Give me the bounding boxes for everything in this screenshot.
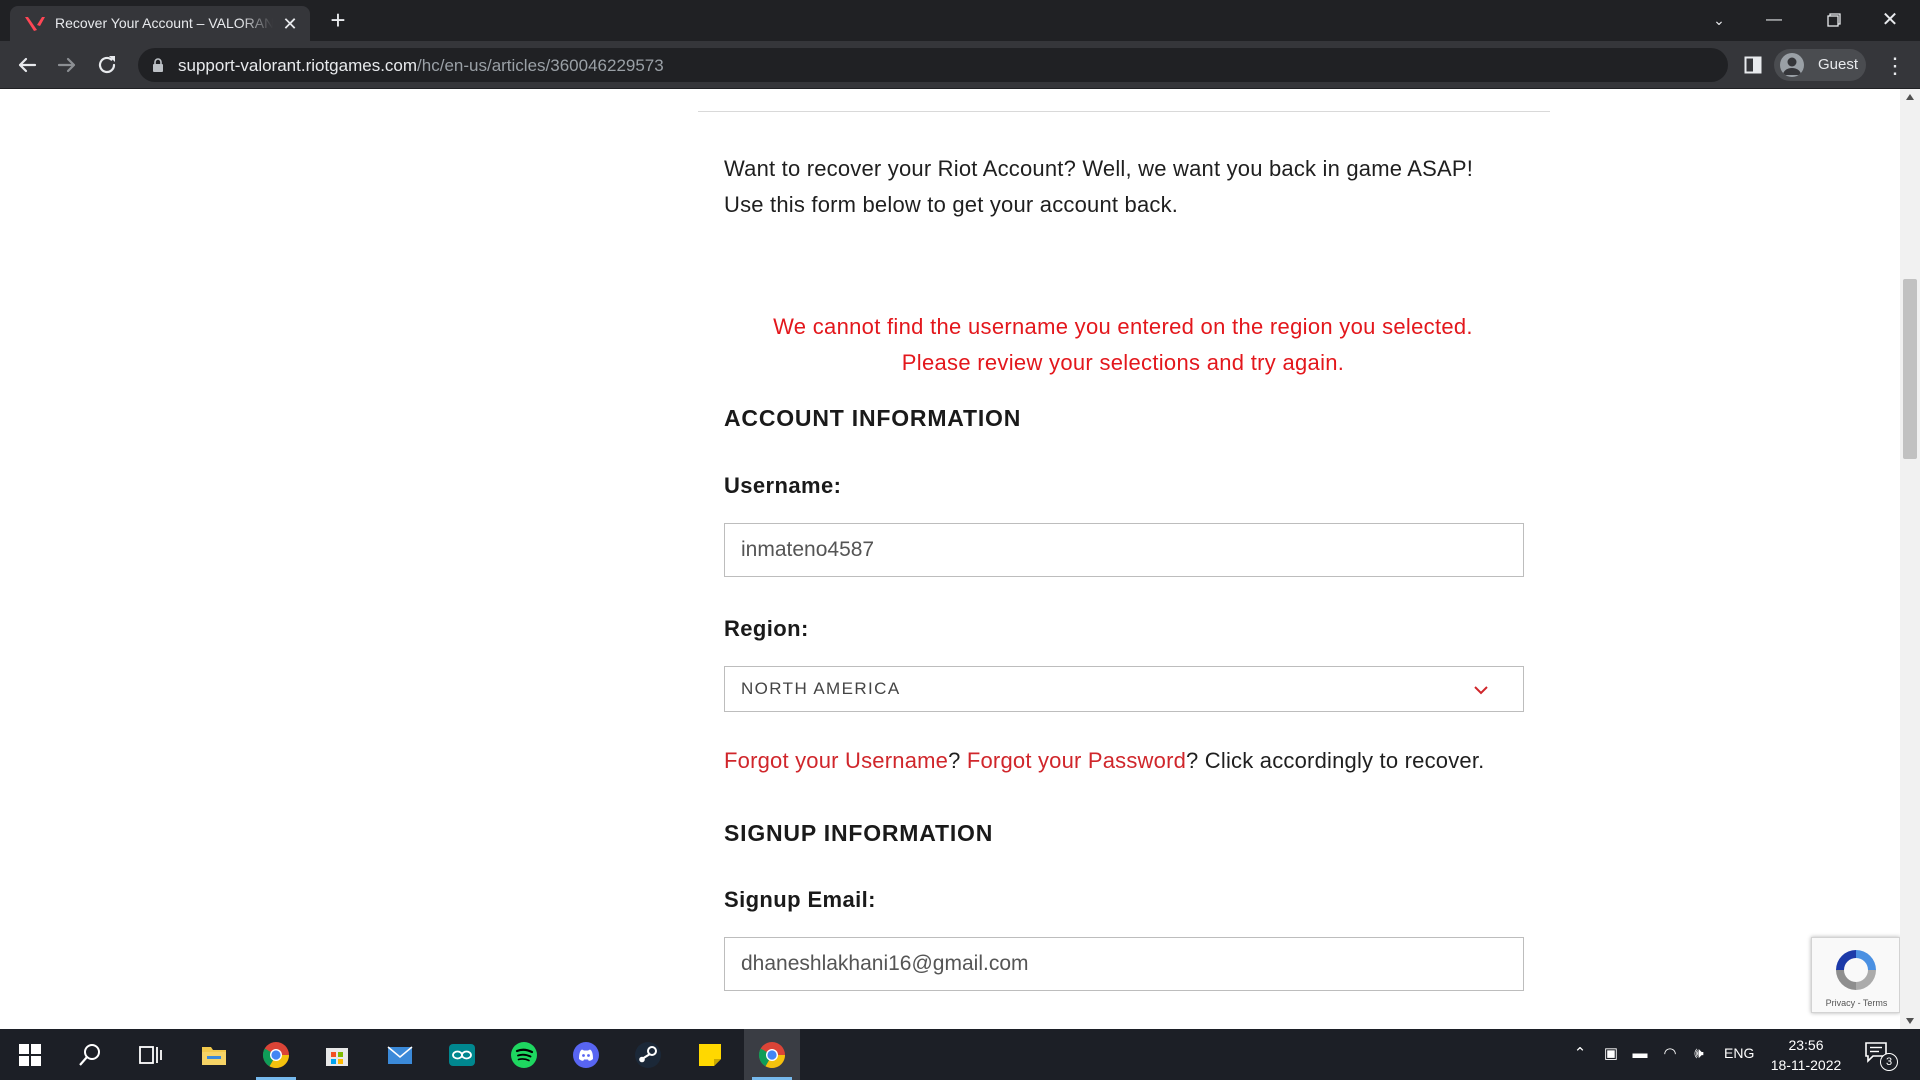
signup-information-heading: SIGNUP INFORMATION xyxy=(724,820,994,846)
url-text[interactable]: support-valorant.riotgames.com/hc/en-us/… xyxy=(178,56,664,76)
browser-toolbar: support-valorant.riotgames.com/hc/en-us/… xyxy=(0,41,1920,89)
notification-center-button[interactable]: 3 xyxy=(1864,1041,1900,1071)
username-input[interactable] xyxy=(724,523,1524,577)
mail-icon xyxy=(387,1046,413,1064)
links-separator: ? xyxy=(948,748,967,773)
sticky-notes-icon xyxy=(699,1044,721,1066)
guest-avatar-icon xyxy=(1780,53,1804,77)
restore-icon[interactable] xyxy=(1806,0,1862,40)
page-scrollbar[interactable] xyxy=(1900,89,1920,1029)
recovery-links: Forgot your Username? Forgot your Passwo… xyxy=(724,748,1484,774)
task-view-button[interactable] xyxy=(122,1029,178,1080)
microsoft-store-button[interactable] xyxy=(309,1029,365,1080)
side-panel-icon[interactable] xyxy=(1744,56,1762,74)
valorant-favicon-icon xyxy=(25,17,45,31)
browser-tab-active[interactable]: Recover Your Account – VALORANT Support … xyxy=(10,6,310,41)
chrome-icon xyxy=(758,1042,786,1069)
chevron-down-icon xyxy=(1474,686,1488,695)
kebab-menu-icon[interactable]: ⋮ xyxy=(1884,55,1906,77)
search-icon xyxy=(79,1044,100,1066)
error-line-1: We cannot find the username you entered … xyxy=(773,314,1473,339)
store-icon xyxy=(326,1048,348,1066)
search-button[interactable] xyxy=(62,1029,118,1080)
signup-email-input[interactable] xyxy=(724,937,1524,991)
start-button[interactable] xyxy=(2,1029,58,1080)
sticky-notes-button[interactable] xyxy=(682,1029,738,1080)
reload-icon[interactable] xyxy=(93,51,121,79)
steam-icon xyxy=(635,1042,661,1068)
steam-button[interactable] xyxy=(620,1029,676,1080)
mail-button[interactable] xyxy=(372,1029,428,1080)
chrome-taskbar-button[interactable] xyxy=(248,1029,304,1080)
forward-arrow-icon[interactable] xyxy=(53,51,81,79)
region-label: Region: xyxy=(724,616,809,641)
folder-icon xyxy=(202,1047,226,1065)
windows-taskbar: ⌃ ▣ ▬ ◠ 🕪 ENG 23:56 18-11-2022 3 xyxy=(0,1029,1920,1080)
windows-logo-icon xyxy=(19,1044,41,1066)
recaptcha-terms[interactable]: Privacy - Terms xyxy=(1812,998,1900,1008)
task-view-icon xyxy=(139,1046,162,1064)
wifi-icon[interactable]: ◠ xyxy=(1659,1043,1681,1065)
region-select[interactable]: NORTH AMERICA xyxy=(724,666,1524,712)
battery-icon[interactable]: ▬ xyxy=(1629,1043,1651,1065)
intro-line-2: Use this form below to get your account … xyxy=(724,192,1179,217)
forgot-password-link[interactable]: Forgot your Password xyxy=(967,748,1186,773)
spotify-icon xyxy=(511,1042,537,1068)
chrome-active-window-button[interactable] xyxy=(744,1029,800,1080)
clock[interactable]: 23:56 18-11-2022 xyxy=(1766,1035,1846,1075)
profile-label: Guest xyxy=(1818,56,1859,73)
profile-button[interactable]: Guest xyxy=(1774,49,1866,81)
intro-text: Want to recover your Riot Account? Well,… xyxy=(724,151,1584,223)
tray-meet-icon[interactable]: ▣ xyxy=(1600,1043,1622,1065)
links-tail-text: ? Click accordingly to recover. xyxy=(1186,748,1485,773)
url-path: /hc/en-us/articles/360046229573 xyxy=(417,56,664,75)
close-window-icon[interactable]: ✕ xyxy=(1862,0,1918,40)
username-label: Username: xyxy=(724,473,842,498)
discord-button[interactable] xyxy=(558,1029,614,1080)
url-host: support-valorant.riotgames.com xyxy=(178,56,418,75)
arduino-button[interactable] xyxy=(434,1029,490,1080)
forgot-username-link[interactable]: Forgot your Username xyxy=(724,748,948,773)
clock-date: 18-11-2022 xyxy=(1770,1057,1842,1073)
error-line-2: Please review your selections and try ag… xyxy=(901,350,1345,375)
tab-search-chevron-icon[interactable]: ⌄ xyxy=(1691,0,1747,40)
signup-email-label: Signup Email: xyxy=(724,887,876,912)
recaptcha-logo-icon xyxy=(1836,950,1876,990)
back-arrow-icon[interactable] xyxy=(13,51,41,79)
tab-close-icon[interactable]: ✕ xyxy=(280,14,300,34)
scroll-thumb[interactable] xyxy=(1903,279,1917,459)
address-bar[interactable]: support-valorant.riotgames.com/hc/en-us/… xyxy=(138,48,1728,82)
region-selected-value: NORTH AMERICA xyxy=(741,679,901,698)
scroll-up-arrow-icon[interactable] xyxy=(1905,93,1915,101)
notification-count-badge: 3 xyxy=(1880,1053,1898,1071)
clock-time: 23:56 xyxy=(1788,1037,1824,1053)
tab-title: Recover Your Account – VALORANT Support xyxy=(55,15,273,31)
tray-overflow-chevron-icon[interactable]: ⌃ xyxy=(1569,1043,1591,1065)
account-information-heading: ACCOUNT INFORMATION xyxy=(724,405,1022,431)
spotify-button[interactable] xyxy=(496,1029,552,1080)
page-viewport: Want to recover your Riot Account? Well,… xyxy=(0,89,1900,1029)
lock-icon[interactable] xyxy=(152,58,164,72)
volume-icon[interactable]: 🕪 xyxy=(1688,1043,1710,1065)
chrome-icon xyxy=(262,1042,290,1069)
file-explorer-button[interactable] xyxy=(186,1029,242,1080)
discord-icon xyxy=(573,1042,599,1068)
divider xyxy=(698,111,1550,112)
scroll-down-arrow-icon[interactable] xyxy=(1905,1017,1915,1025)
browser-tab-bar: Recover Your Account – VALORANT Support … xyxy=(0,0,1920,41)
language-indicator[interactable]: ENG xyxy=(1724,1045,1754,1061)
error-message: We cannot find the username you entered … xyxy=(698,309,1548,381)
minimize-icon[interactable]: — xyxy=(1746,0,1802,40)
recaptcha-badge[interactable]: Privacy - Terms xyxy=(1811,937,1900,1013)
arduino-icon xyxy=(449,1044,475,1066)
new-tab-plus-icon[interactable]: + xyxy=(324,6,352,34)
intro-line-1: Want to recover your Riot Account? Well,… xyxy=(724,156,1474,181)
